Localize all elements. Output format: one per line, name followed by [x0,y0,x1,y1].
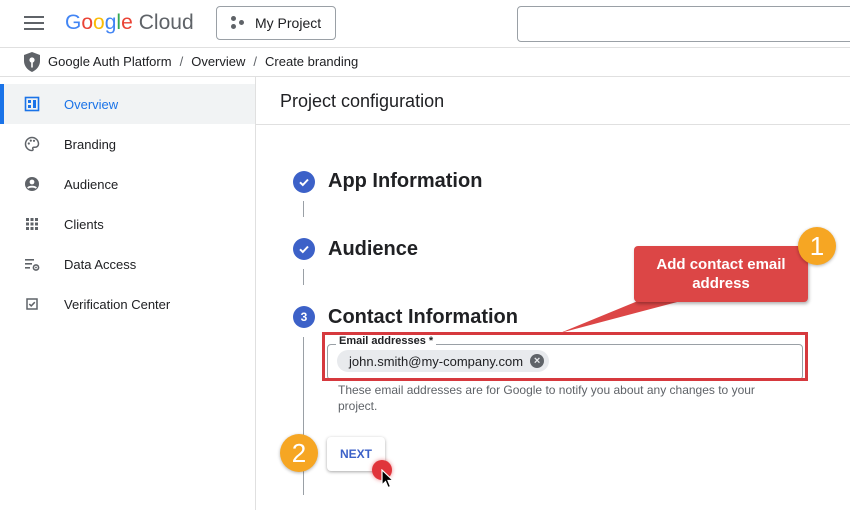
mouse-cursor-icon [381,469,395,489]
step-badge-1: 1 [798,227,836,265]
callout-add-contact-email: Add contact email address [634,246,808,302]
step-badge-2: 2 [280,434,318,472]
